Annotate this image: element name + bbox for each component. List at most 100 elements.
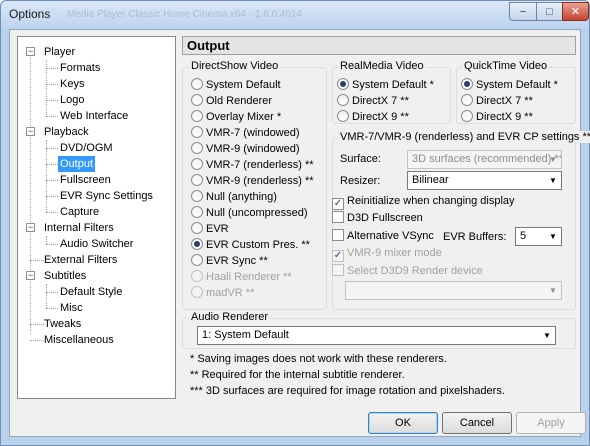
radio-icon <box>191 270 203 282</box>
tree-item-capture[interactable]: Capture <box>58 204 101 220</box>
options-window: Options Media Player Classic Home Cinema… <box>0 0 590 446</box>
expand-internal-filters-icon[interactable]: − <box>26 223 35 232</box>
tree-item-subtitles[interactable]: Subtitles <box>42 268 88 284</box>
radio-overlay-mixer[interactable]: Overlay Mixer * <box>191 110 281 125</box>
tree-hline <box>46 180 58 181</box>
tree-item-audio-switcher[interactable]: Audio Switcher <box>58 236 135 252</box>
option-label: System Default <box>206 79 281 91</box>
radio-evr-custom-pres[interactable]: EVR Custom Pres. ** <box>191 238 310 253</box>
chevron-down-icon: ▼ <box>549 232 557 241</box>
resizer-dropdown[interactable]: Bilinear ▼ <box>407 171 562 190</box>
radio-icon <box>191 94 203 106</box>
radio-directshow-system-default[interactable]: System Default <box>191 78 281 93</box>
tree-subtitles-line <box>46 284 47 308</box>
chevron-down-icon: ▼ <box>549 176 557 185</box>
expand-subtitles-icon[interactable]: − <box>26 271 35 280</box>
radio-realmedia-directx9[interactable]: DirectX 9 ** <box>337 110 409 125</box>
radio-icon <box>191 222 203 234</box>
tree-item-evr-sync-settings[interactable]: EVR Sync Settings <box>58 188 155 204</box>
tree-item-external-filters[interactable]: External Filters <box>42 252 119 268</box>
option-label: D3D Fullscreen <box>347 212 423 224</box>
tree-item-formats[interactable]: Formats <box>58 60 102 76</box>
radio-realmedia-directx7[interactable]: DirectX 7 ** <box>337 94 409 109</box>
options-tree[interactable]: − − − − Player Formats Keys Logo Web Int… <box>17 36 176 399</box>
tree-item-player[interactable]: Player <box>42 44 77 60</box>
d3d-fullscreen-checkbox[interactable]: D3D Fullscreen <box>332 211 423 226</box>
tree-internal-line <box>46 236 47 244</box>
tree-item-output[interactable]: Output <box>58 156 96 172</box>
option-label: EVR <box>206 223 229 235</box>
minimize-icon: − <box>519 5 527 18</box>
tree-hline <box>46 68 58 69</box>
radio-null-anything[interactable]: Null (anything) <box>191 190 277 205</box>
audio-renderer-dropdown[interactable]: 1: System Default ▼ <box>197 326 556 345</box>
radio-evr[interactable]: EVR <box>191 222 229 237</box>
tree-item-misc[interactable]: Misc <box>58 300 85 316</box>
alternative-vsync-checkbox[interactable]: Alternative VSync <box>332 229 434 244</box>
ok-button[interactable]: OK <box>368 412 438 434</box>
reinitialize-checkbox[interactable]: ✓ Reinitialize when changing display <box>332 194 515 210</box>
checkbox-icon <box>332 211 344 223</box>
radio-quicktime-directx7[interactable]: DirectX 7 ** <box>461 94 533 109</box>
radio-icon <box>337 110 349 122</box>
checkbox-icon <box>332 264 344 276</box>
tree-hline <box>46 84 58 85</box>
audio-renderer-title: Audio Renderer <box>189 311 271 323</box>
radio-vmr7-renderless[interactable]: VMR-7 (renderless) ** <box>191 158 314 173</box>
close-button[interactable]: ✕ <box>562 2 589 21</box>
page-title: Output <box>182 36 576 55</box>
tree-item-logo[interactable]: Logo <box>58 92 86 108</box>
directshow-video-title: DirectShow Video <box>189 60 281 72</box>
radio-realmedia-system-default[interactable]: System Default * <box>337 78 434 93</box>
radio-icon <box>461 94 473 106</box>
option-label: VMR-9 mixer mode <box>347 247 442 259</box>
option-label: Null (anything) <box>206 191 277 203</box>
tree-hline <box>46 292 58 293</box>
tree-item-miscellaneous[interactable]: Miscellaneous <box>42 332 116 348</box>
radio-evr-sync[interactable]: EVR Sync ** <box>191 254 268 269</box>
close-icon: ✕ <box>570 6 581 18</box>
tree-item-web-interface[interactable]: Web Interface <box>58 108 130 124</box>
window-title: Options <box>9 7 51 21</box>
radio-quicktime-system-default[interactable]: System Default * <box>461 78 558 93</box>
radio-old-renderer[interactable]: Old Renderer <box>191 94 272 109</box>
expand-playback-icon[interactable]: − <box>26 127 35 136</box>
radio-icon <box>191 206 203 218</box>
option-label: Reinitialize when changing display <box>347 195 515 207</box>
title-bar[interactable]: Options Media Player Classic Home Cinema… <box>1 1 589 29</box>
tree-hline <box>46 100 58 101</box>
note-subtitle-renderer: ** Required for the internal subtitle re… <box>190 369 405 381</box>
option-label: Select D3D9 Render device <box>347 265 483 277</box>
quicktime-video-title: QuickTime Video <box>462 60 550 72</box>
option-label: DirectX 9 ** <box>352 111 409 123</box>
tree-item-dvd-ogm[interactable]: DVD/OGM <box>58 140 115 156</box>
radio-vmr9-renderless[interactable]: VMR-9 (renderless) ** <box>191 174 314 189</box>
tree-item-keys[interactable]: Keys <box>58 76 86 92</box>
tree-item-fullscreen[interactable]: Fullscreen <box>58 172 113 188</box>
tree-hline <box>46 212 58 213</box>
apply-button: Apply <box>516 412 586 434</box>
radio-quicktime-directx9[interactable]: DirectX 9 ** <box>461 110 533 125</box>
option-label: Haali Renderer ** <box>206 271 292 283</box>
surface-value: 3D surfaces (recommended) ** <box>412 153 562 165</box>
tree-item-tweaks[interactable]: Tweaks <box>42 316 83 332</box>
radio-vmr7-windowed[interactable]: VMR-7 (windowed) <box>191 126 300 141</box>
expand-player-icon[interactable]: − <box>26 47 35 56</box>
option-label: System Default * <box>352 79 434 91</box>
evr-buffers-label: EVR Buffers: <box>443 231 507 243</box>
chevron-down-icon: ▼ <box>549 155 557 164</box>
tree-item-default-style[interactable]: Default Style <box>58 284 124 300</box>
tree-item-playback[interactable]: Playback <box>42 124 91 140</box>
tree-root-line <box>30 50 31 334</box>
radio-vmr9-windowed[interactable]: VMR-9 (windowed) <box>191 142 300 157</box>
option-label: Overlay Mixer * <box>206 111 282 123</box>
option-label: VMR-7 (renderless) ** <box>206 159 314 171</box>
evr-buffers-dropdown[interactable]: 5 ▼ <box>515 227 562 246</box>
option-label: Alternative VSync <box>347 230 434 242</box>
cancel-button[interactable]: Cancel <box>442 412 512 434</box>
tree-playback-line <box>46 140 47 212</box>
minimize-button[interactable]: − <box>509 2 536 21</box>
maximize-button[interactable]: □ <box>536 2 562 21</box>
radio-null-uncompressed[interactable]: Null (uncompressed) <box>191 206 307 221</box>
tree-item-internal-filters[interactable]: Internal Filters <box>42 220 116 236</box>
